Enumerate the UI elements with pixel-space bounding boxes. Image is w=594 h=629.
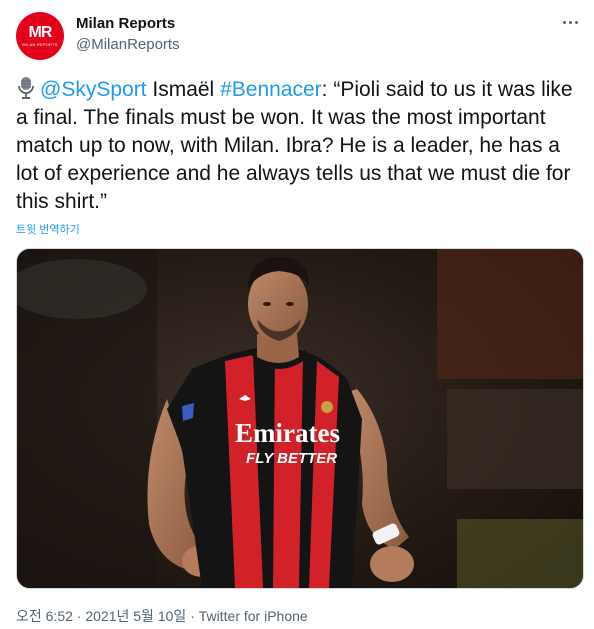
tweet-metadata: 오전 6:52 · 2021년 5월 10일 · Twitter for iPh… xyxy=(16,606,308,626)
meta-separator: · xyxy=(76,608,82,624)
author-name[interactable]: Milan Reports xyxy=(76,15,175,32)
tweet-time[interactable]: 오전 6:52 xyxy=(16,608,73,624)
translate-tweet-link[interactable]: 트윗 번역하기 xyxy=(16,221,80,237)
avatar-subtext: MILAN REPORTS xyxy=(22,42,58,47)
author-handle[interactable]: @MilanReports xyxy=(76,36,180,53)
hashtag-link[interactable]: #Bennacer xyxy=(220,78,322,101)
avatar-logo: MR xyxy=(28,24,53,41)
player-photo: Emirates FLY BETTER xyxy=(17,249,583,588)
shirt-sponsor: Emirates xyxy=(235,418,340,448)
tweet-photo[interactable]: Emirates FLY BETTER xyxy=(16,248,584,589)
tweet-text: @SkySport Ismaël #Bennacer: “Pioli said … xyxy=(16,76,580,216)
shirt-slogan: FLY BETTER xyxy=(246,450,337,467)
meta-separator: · xyxy=(190,608,195,624)
tweet-text-name: Ismaël xyxy=(152,78,215,101)
tweet-source[interactable]: Twitter for iPhone xyxy=(199,608,308,624)
microphone-icon xyxy=(18,77,34,99)
avatar[interactable]: MR MILAN REPORTS xyxy=(16,12,64,60)
mention-link[interactable]: @SkySport xyxy=(40,78,147,101)
more-options-icon[interactable] xyxy=(560,12,580,32)
tweet-date[interactable]: 2021년 5월 10일 xyxy=(85,608,186,624)
